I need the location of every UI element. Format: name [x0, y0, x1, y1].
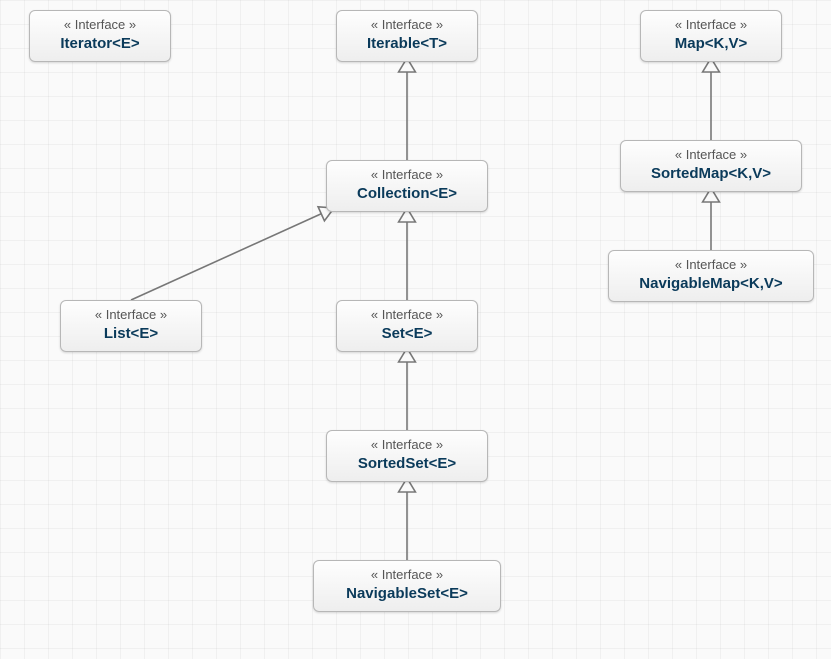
node-set[interactable]: « Interface » Set<E> [336, 300, 478, 352]
node-iterable[interactable]: « Interface » Iterable<T> [336, 10, 478, 62]
node-list[interactable]: « Interface » List<E> [60, 300, 202, 352]
stereotype-label: « Interface » [351, 17, 463, 33]
node-sortedset[interactable]: « Interface » SortedSet<E> [326, 430, 488, 482]
generalization-arrow [703, 58, 720, 140]
stereotype-label: « Interface » [655, 17, 767, 33]
node-sortedmap[interactable]: « Interface » SortedMap<K,V> [620, 140, 802, 192]
node-name: Set<E> [351, 325, 463, 344]
generalization-arrow [399, 58, 416, 160]
node-collection[interactable]: « Interface » Collection<E> [326, 160, 488, 212]
node-map[interactable]: « Interface » Map<K,V> [640, 10, 782, 62]
node-name: NavigableSet<E> [328, 585, 486, 604]
stereotype-label: « Interface » [341, 167, 473, 183]
generalization-arrow [131, 207, 334, 300]
stereotype-label: « Interface » [328, 567, 486, 583]
stereotype-label: « Interface » [635, 147, 787, 163]
node-name: List<E> [75, 325, 187, 344]
generalization-arrow [399, 348, 416, 430]
node-name: NavigableMap<K,V> [623, 275, 799, 294]
node-name: Map<K,V> [655, 35, 767, 54]
node-name: SortedMap<K,V> [635, 165, 787, 184]
node-name: SortedSet<E> [341, 455, 473, 474]
stereotype-label: « Interface » [341, 437, 473, 453]
node-name: Iterator<E> [44, 35, 156, 54]
node-navigablemap[interactable]: « Interface » NavigableMap<K,V> [608, 250, 814, 302]
node-iterator[interactable]: « Interface » Iterator<E> [29, 10, 171, 62]
generalization-arrow [399, 208, 416, 300]
stereotype-label: « Interface » [351, 307, 463, 323]
stereotype-label: « Interface » [623, 257, 799, 273]
generalization-arrow [703, 188, 720, 250]
node-navigableset[interactable]: « Interface » NavigableSet<E> [313, 560, 501, 612]
stereotype-label: « Interface » [44, 17, 156, 33]
node-name: Collection<E> [341, 185, 473, 204]
node-name: Iterable<T> [351, 35, 463, 54]
generalization-arrow [399, 478, 416, 560]
stereotype-label: « Interface » [75, 307, 187, 323]
